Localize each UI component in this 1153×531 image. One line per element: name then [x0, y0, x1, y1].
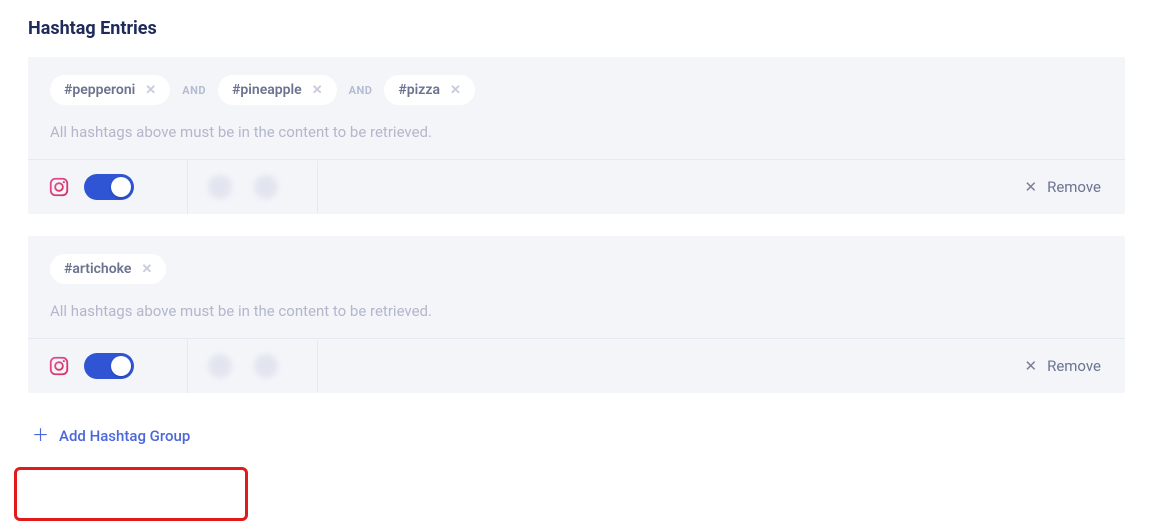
platform-toggle[interactable]: [84, 353, 134, 379]
section-title: Hashtag Entries: [28, 18, 1125, 39]
close-icon: ✕: [1025, 357, 1038, 375]
hashtag-group: #pepperoni ✕ AND #pineapple ✕ AND #pizza…: [28, 57, 1125, 214]
hashtag-chip[interactable]: #pizza ✕: [384, 75, 474, 105]
blurred-icon: [254, 354, 278, 378]
hashtag-text: #artichoke: [64, 261, 131, 277]
group-hint: All hashtags above must be in the conten…: [28, 115, 1125, 159]
tag-row: #artichoke ✕: [28, 236, 1125, 294]
blurred-controls: [188, 161, 318, 213]
remove-group-button[interactable]: ✕ Remove: [1001, 343, 1126, 389]
instagram-icon: [48, 355, 70, 377]
platform-toggle[interactable]: [84, 174, 134, 200]
controls-row: ✕ Remove: [28, 338, 1125, 393]
and-operator: AND: [182, 84, 206, 97]
hashtag-chip[interactable]: #artichoke ✕: [50, 254, 166, 284]
tag-row: #pepperoni ✕ AND #pineapple ✕ AND #pizza…: [28, 57, 1125, 115]
remove-tag-icon[interactable]: ✕: [450, 84, 461, 97]
and-operator: AND: [349, 84, 373, 97]
plus-icon: ＋: [32, 428, 49, 445]
add-group-label: Add Hashtag Group: [59, 427, 190, 445]
add-hashtag-group-button[interactable]: ＋ Add Hashtag Group: [28, 415, 194, 457]
blurred-controls: [188, 340, 318, 392]
group-hint: All hashtags above must be in the conten…: [28, 294, 1125, 338]
remove-tag-icon[interactable]: ✕: [145, 84, 156, 97]
annotation-highlight: [14, 467, 248, 521]
hashtag-text: #pineapple: [232, 82, 302, 98]
remove-label: Remove: [1047, 178, 1101, 196]
hashtag-chip[interactable]: #pineapple ✕: [218, 75, 337, 105]
controls-row: ✕ Remove: [28, 159, 1125, 214]
blurred-icon: [208, 175, 232, 199]
hashtag-chip[interactable]: #pepperoni ✕: [50, 75, 170, 105]
close-icon: ✕: [1025, 178, 1038, 196]
blurred-icon: [208, 354, 232, 378]
hashtag-text: #pepperoni: [64, 82, 135, 98]
remove-label: Remove: [1047, 357, 1101, 375]
hashtag-group: #artichoke ✕ All hashtags above must be …: [28, 236, 1125, 393]
remove-group-button[interactable]: ✕ Remove: [1001, 164, 1126, 210]
blurred-icon: [254, 175, 278, 199]
instagram-icon: [48, 176, 70, 198]
remove-tag-icon[interactable]: ✕: [141, 263, 152, 276]
remove-tag-icon[interactable]: ✕: [312, 84, 323, 97]
hashtag-text: #pizza: [398, 82, 440, 98]
